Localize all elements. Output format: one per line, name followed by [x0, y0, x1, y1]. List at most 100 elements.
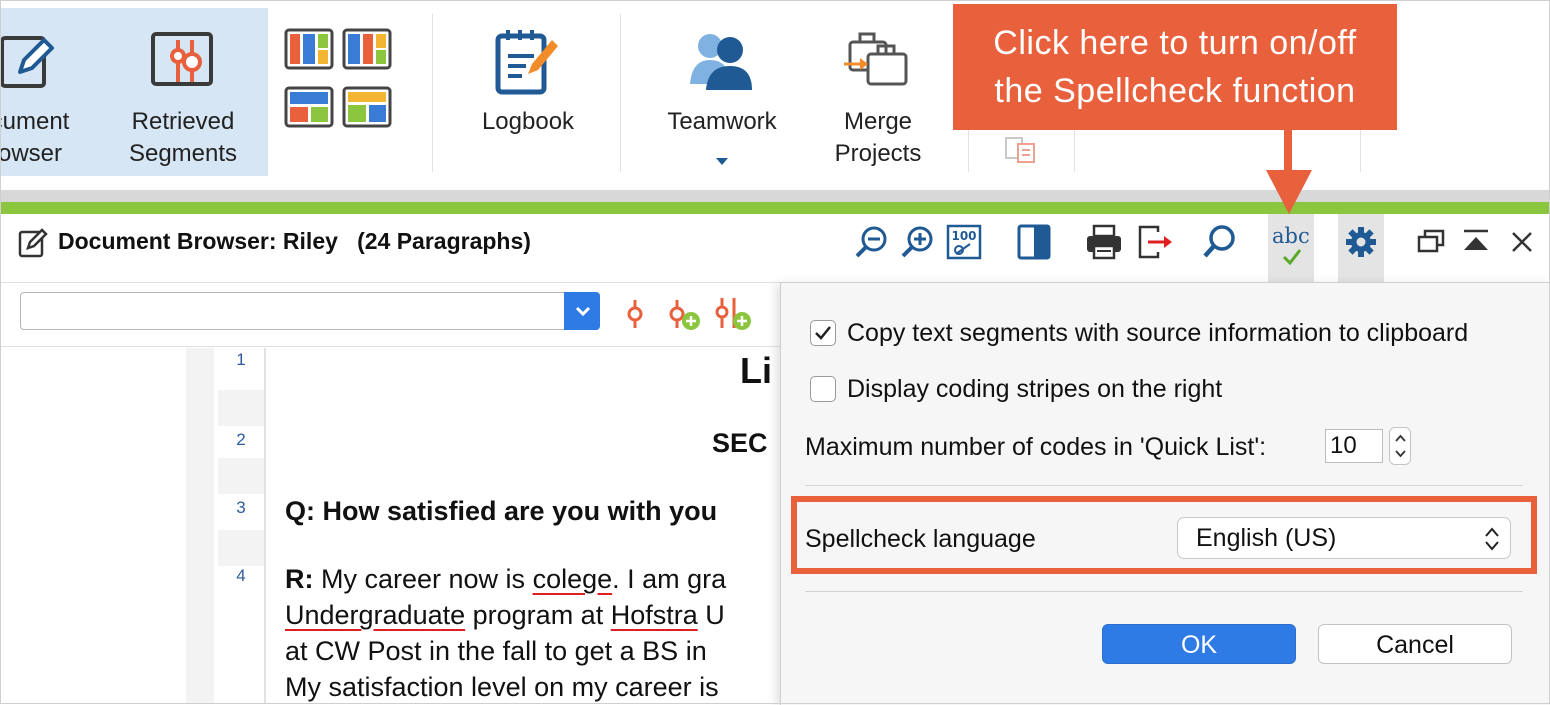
- print-icon[interactable]: [1084, 222, 1124, 262]
- callout-line-2: the Spellcheck function: [994, 72, 1356, 110]
- checkmark-icon: [815, 326, 831, 340]
- code-with-multiple-codes-icon[interactable]: [714, 296, 754, 332]
- coding-stripes-checkbox[interactable]: [810, 376, 836, 402]
- coding-stripe-gutter: [186, 348, 214, 704]
- merge-projects-label-2: Projects: [834, 140, 922, 167]
- paragraph-number: 3: [236, 498, 246, 517]
- callout-line-1: Click here to turn on/off: [993, 24, 1357, 62]
- ribbon-bottom-border: [0, 190, 1550, 202]
- paragraph-spacer: [218, 530, 264, 566]
- teamwork-icon: [690, 34, 752, 90]
- export-icon[interactable]: [1134, 222, 1174, 262]
- toolbar-divider: [0, 346, 780, 347]
- quick-list-stepper[interactable]: [1389, 427, 1411, 465]
- spelling-error[interactable]: Undergraduate: [285, 600, 465, 630]
- paragraph-spacer: [218, 390, 264, 426]
- layout-option-1-icon[interactable]: [284, 28, 334, 70]
- svg-text:100: 100: [951, 229, 976, 243]
- ribbon-separator: [620, 14, 621, 172]
- paragraph-number: 2: [236, 430, 246, 449]
- paragraph-text: program at: [465, 600, 611, 630]
- document-heading: Li: [740, 350, 772, 391]
- chevron-down-icon: [575, 306, 591, 316]
- paragraph-text: My career now is: [313, 564, 533, 594]
- document-browser-accent-bar: [0, 202, 1550, 214]
- settings-popover: Copy text segments with source informati…: [780, 282, 1550, 705]
- disabled-copy-icon: [1005, 137, 1035, 163]
- code-selector-combobox[interactable]: [20, 292, 600, 330]
- document-paragraph-line: Undergraduate program at Hofstra U: [285, 600, 725, 631]
- callout-box: Click here to turn on/off the Spellcheck…: [953, 4, 1397, 130]
- quick-list-label: Maximum number of codes in 'Quick List':: [805, 433, 1267, 461]
- document-browser-label-2: owser: [0, 140, 63, 167]
- retrieved-segments-label-2: Segments: [128, 140, 238, 167]
- gear-icon: [1346, 227, 1376, 257]
- header-divider: [0, 282, 780, 283]
- paragraph-spacer: [218, 458, 264, 494]
- document-browser-title-icon: [18, 228, 48, 258]
- copy-segments-checkbox[interactable]: [810, 320, 836, 346]
- document-browser-label-1: cument: [0, 108, 70, 135]
- merge-projects-label-1: Merge: [843, 108, 913, 135]
- spelling-error[interactable]: Hofstra: [611, 600, 698, 630]
- quick-list-input[interactable]: 10: [1325, 429, 1383, 463]
- select-arrows-icon: [1485, 527, 1499, 551]
- teamwork-label: Teamwork: [667, 108, 777, 135]
- settings-button[interactable]: [1338, 214, 1384, 282]
- retrieved-segments-icon: [151, 32, 213, 86]
- cancel-button[interactable]: Cancel: [1318, 624, 1512, 664]
- ribbon-separator: [432, 14, 433, 172]
- quick-list-value: 10: [1330, 432, 1357, 459]
- stepper-up-icon[interactable]: [1395, 434, 1406, 442]
- ribbon-separator: [1074, 130, 1075, 172]
- retrieved-segments-label-1: Retrieved: [131, 108, 235, 135]
- teamwork-dropdown-icon: [716, 158, 728, 165]
- spellcheck-button[interactable]: abc: [1268, 214, 1314, 282]
- callout-arrow-head: [1266, 170, 1312, 214]
- ok-button[interactable]: OK: [1102, 624, 1296, 664]
- document-paragraph-line: R: My career now is colege. I am gra: [285, 564, 726, 595]
- ribbon-separator: [968, 130, 969, 172]
- search-icon[interactable]: [1200, 222, 1240, 262]
- popover-divider: [805, 485, 1523, 486]
- spellcheck-language-select[interactable]: English (US): [1177, 517, 1511, 559]
- merge-projects-icon: [844, 32, 908, 86]
- spellcheck-icon-text: abc: [1272, 224, 1310, 248]
- panel-toggle-icon[interactable]: [1014, 222, 1054, 262]
- paragraph-text: U: [697, 600, 725, 630]
- zoom-in-icon[interactable]: [898, 222, 938, 262]
- ribbon-teamwork-button[interactable]: Teamwork: [652, 10, 792, 186]
- paragraph-number: 4: [236, 566, 246, 585]
- logbook-icon: [495, 30, 558, 95]
- logbook-label: Logbook: [481, 108, 575, 135]
- ribbon-retrieved-segments-button[interactable]: Retrieved Segments: [112, 10, 254, 176]
- code-with-new-code-icon[interactable]: [664, 298, 702, 332]
- stepper-down-icon[interactable]: [1395, 450, 1406, 458]
- layout-option-2-icon[interactable]: [342, 28, 392, 70]
- code-segment-icon[interactable]: [622, 298, 648, 330]
- zoom-100-icon[interactable]: 100: [944, 222, 984, 262]
- layout-option-4-icon[interactable]: [342, 86, 392, 128]
- response-label: R:: [285, 564, 314, 594]
- coding-stripes-label: Display coding stripes on the right: [847, 375, 1223, 403]
- spelling-error[interactable]: colege: [533, 564, 613, 594]
- document-paragraph-line: at CW Post in the fall to get a BS in: [285, 636, 707, 666]
- spellcheck-language-value: English (US): [1196, 524, 1337, 552]
- spellcheck-check-icon: [1282, 249, 1302, 266]
- paragraph-number: 1: [236, 350, 246, 369]
- code-selector-dropdown-button[interactable]: [564, 292, 600, 330]
- undock-window-icon[interactable]: [1412, 222, 1452, 262]
- document-browser-icon: [0, 36, 54, 88]
- close-icon[interactable]: [1502, 222, 1542, 262]
- document-question: Q: How satisfied are you with you: [285, 496, 718, 526]
- zoom-out-icon[interactable]: [852, 222, 892, 262]
- maximize-window-icon[interactable]: [1456, 222, 1496, 262]
- layout-option-3-icon[interactable]: [284, 86, 334, 128]
- ribbon-document-browser-button[interactable]: cument owser: [0, 10, 100, 176]
- callout-arrow-shaft: [1284, 130, 1292, 174]
- document-section-heading: SEC: [712, 428, 768, 458]
- ribbon-merge-projects-button[interactable]: Merge Projects: [816, 10, 940, 176]
- ribbon-logbook-button[interactable]: Logbook: [466, 10, 590, 176]
- spellcheck-language-label: Spellcheck language: [805, 525, 1036, 553]
- paragraph-text: . I am gra: [612, 564, 727, 594]
